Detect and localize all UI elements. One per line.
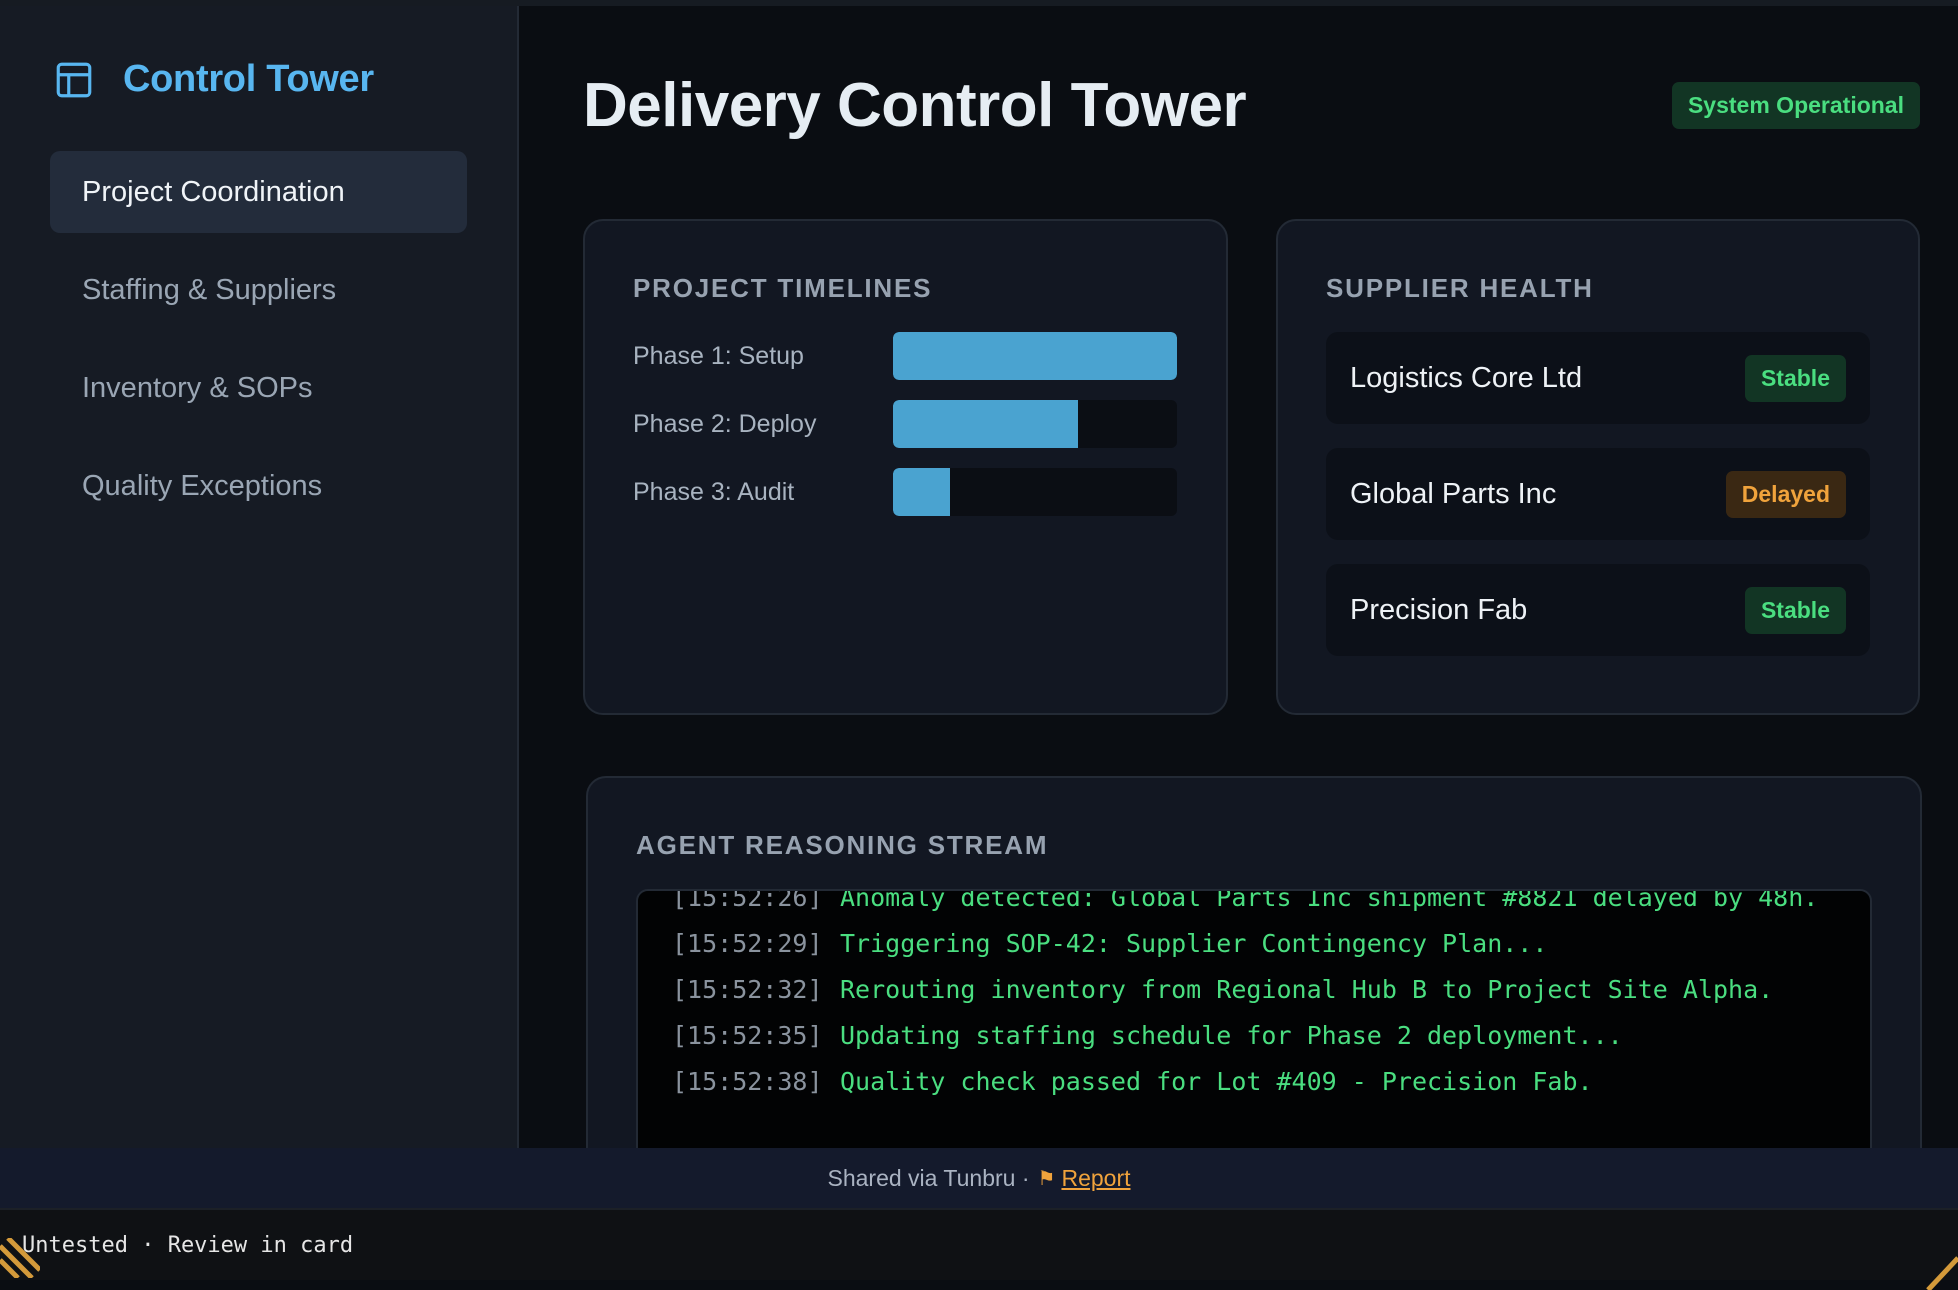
phase-label: Phase 1: Setup	[633, 341, 804, 370]
phase-label: Phase 3: Audit	[633, 477, 795, 506]
report-link[interactable]: Report	[1061, 1165, 1130, 1192]
brand[interactable]: Control Tower	[53, 58, 467, 101]
supplier-row[interactable]: Global Parts Inc Delayed	[1326, 448, 1870, 540]
sidebar: Control Tower Project Coordination Staff…	[0, 6, 519, 1148]
sidebar-nav: Project Coordination Staffing & Supplier…	[50, 151, 467, 527]
log-lines: [15:52:26] Anomaly detected: Global Part…	[672, 889, 1836, 1105]
layout-icon	[56, 62, 92, 97]
supplier-row[interactable]: Logistics Core Ltd Stable	[1326, 332, 1870, 424]
progress-track	[893, 468, 1177, 516]
system-status-badge: System Operational	[1671, 82, 1920, 129]
phase-row: Phase 2: Deploy	[633, 400, 1178, 448]
supplier-health-card: SUPPLIER HEALTH Logistics Core Ltd Stabl…	[1276, 219, 1920, 715]
log-timestamp: [15:52:29]	[672, 929, 823, 958]
log-line: [15:52:35] Updating staffing schedule fo…	[672, 1013, 1836, 1059]
sidebar-item-inventory-sops[interactable]: Inventory & SOPs	[50, 347, 467, 429]
brand-title: Control Tower	[123, 58, 374, 100]
log-timestamp: [15:52:38]	[672, 1067, 823, 1096]
page-header: Delivery Control Tower System Operationa…	[583, 68, 1920, 141]
sidebar-item-quality-exceptions[interactable]: Quality Exceptions	[50, 445, 467, 527]
agent-reasoning-card: AGENT REASONING STREAM [15:52:26] Anomal…	[586, 776, 1922, 1189]
status-badge: Stable	[1744, 586, 1846, 634]
log-timestamp: [15:52:32]	[672, 975, 823, 1004]
status-badge: Stable	[1744, 354, 1846, 402]
shared-via-text: Shared via Tunbru ·	[827, 1164, 1030, 1191]
supplier-name: Logistics Core Ltd	[1350, 361, 1583, 394]
log-line: [15:52:26] Anomaly detected: Global Part…	[672, 889, 1836, 921]
hazard-stripe-icon	[0, 1238, 40, 1278]
progress-fill	[893, 332, 1177, 380]
log-console[interactable]: [15:52:26] Anomaly detected: Global Part…	[636, 889, 1872, 1189]
supplier-name: Global Parts Inc	[1350, 477, 1557, 510]
status-strip: Untested · Review in card	[0, 1208, 1958, 1290]
phase-row: Phase 1: Setup	[633, 332, 1178, 380]
status-text: Untested · Review in card	[22, 1232, 354, 1258]
sidebar-item-project-coordination[interactable]: Project Coordination	[50, 151, 467, 233]
phase-row: Phase 3: Audit	[633, 468, 1178, 516]
supplier-name: Precision Fab	[1350, 593, 1528, 626]
log-message: Updating staffing schedule for Phase 2 d…	[840, 1021, 1623, 1050]
hazard-stripe-icon	[1926, 1256, 1958, 1290]
app-window: Control Tower Project Coordination Staff…	[0, 0, 1958, 1189]
phase-label: Phase 2: Deploy	[633, 409, 817, 438]
log-line: [15:52:38] Quality check passed for Lot …	[672, 1059, 1836, 1105]
card-title: PROJECT TIMELINES	[633, 273, 933, 303]
card-title: AGENT REASONING STREAM	[636, 830, 1049, 860]
progress-fill	[893, 400, 1078, 448]
progress-fill	[893, 468, 950, 516]
share-footer: Shared via Tunbru · ⚑ Report	[0, 1148, 1958, 1208]
log-message: Rerouting inventory from Regional Hub B …	[840, 975, 1774, 1004]
log-message: Triggering SOP-42: Supplier Contingency …	[840, 929, 1548, 958]
card-title: SUPPLIER HEALTH	[1326, 273, 1594, 303]
log-line: [15:52:32] Rerouting inventory from Regi…	[672, 967, 1836, 1013]
flag-icon: ⚑	[1037, 1167, 1056, 1190]
sidebar-item-staffing-suppliers[interactable]: Staffing & Suppliers	[50, 249, 467, 331]
cards-row: PROJECT TIMELINES Phase 1: Setup Phase 2…	[583, 219, 1920, 715]
supplier-row[interactable]: Precision Fab Stable	[1326, 564, 1870, 656]
log-message: Anomaly detected: Global Parts Inc shipm…	[840, 889, 1819, 912]
progress-track	[893, 332, 1177, 380]
progress-track	[893, 400, 1177, 448]
log-message: Quality check passed for Lot #409 - Prec…	[840, 1067, 1593, 1096]
log-line: [15:52:29] Triggering SOP-42: Supplier C…	[672, 921, 1836, 967]
project-timelines-card: PROJECT TIMELINES Phase 1: Setup Phase 2…	[583, 219, 1228, 715]
page-title: Delivery Control Tower	[583, 71, 1247, 140]
log-timestamp: [15:52:26]	[672, 889, 823, 912]
log-timestamp: [15:52:35]	[672, 1021, 823, 1050]
status-badge: Delayed	[1725, 470, 1846, 518]
